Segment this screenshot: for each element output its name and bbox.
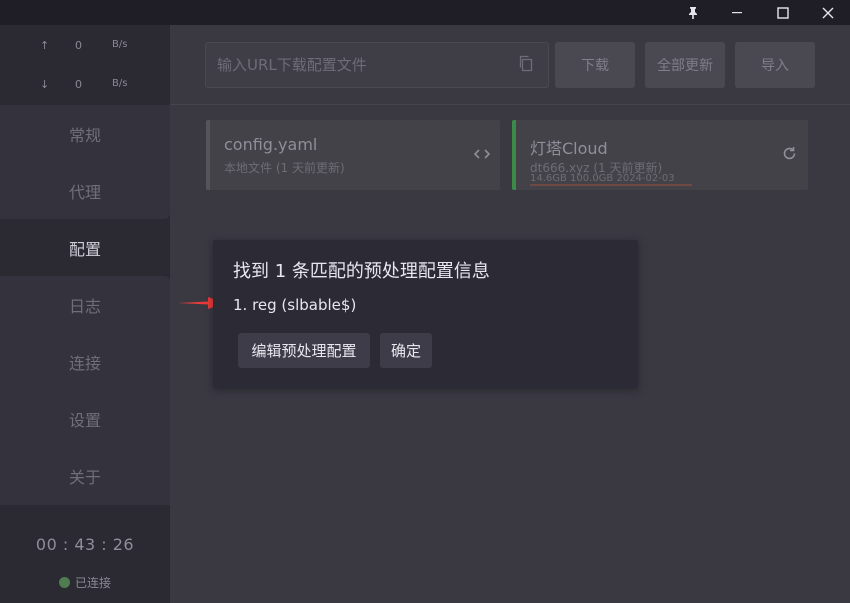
- download-value: 0: [75, 78, 82, 91]
- status-dot-icon: [58, 577, 70, 588]
- uptime-timer: 00 : 43 : 26: [35, 535, 135, 554]
- close-button[interactable]: [805, 0, 850, 25]
- sidebar-item-general[interactable]: 常规: [0, 105, 170, 162]
- maximize-icon: [776, 6, 789, 19]
- download-unit: B/s: [112, 78, 128, 89]
- upload-value: 0: [75, 39, 82, 52]
- sidebar-item-label: 设置: [68, 410, 101, 430]
- update-all-button[interactable]: 全部更新: [645, 42, 725, 88]
- sidebar-item-profiles[interactable]: 配置: [0, 219, 170, 276]
- import-button[interactable]: 导入: [735, 42, 815, 88]
- usage-progress-bar: [530, 184, 692, 186]
- sidebar-item-label: 配置: [68, 239, 101, 259]
- profile-toolbar: 下载 全部更新 导入: [170, 25, 850, 105]
- dialog-title: 找到 1 条匹配的预处理配置信息: [233, 261, 490, 282]
- maximize-button[interactable]: [760, 0, 805, 25]
- sidebar-item-proxy[interactable]: 代理: [0, 162, 170, 219]
- download-speed: ↓ 0 B/s: [0, 78, 170, 98]
- sidebar-item-label: 关于: [68, 467, 101, 487]
- minimize-button[interactable]: [715, 0, 760, 25]
- upload-speed: ↑ 0 B/s: [0, 39, 170, 59]
- sidebar-item-label: 连接: [68, 353, 101, 373]
- ok-button[interactable]: 确定: [380, 333, 432, 368]
- close-icon: [822, 7, 833, 18]
- upload-arrow-icon: ↑: [40, 39, 50, 52]
- sidebar-item-label: 常规: [68, 125, 101, 145]
- sidebar-item-settings[interactable]: 设置: [0, 390, 170, 447]
- sidebar-item-label: 日志: [68, 296, 101, 316]
- profile-usage: 14.6GB 100.0GB 2024-02-03: [530, 173, 675, 184]
- connection-status-label: 已连接: [74, 576, 111, 590]
- profile-name: 灯塔Cloud: [530, 139, 608, 158]
- traffic-panel: ↑ 0 B/s ↓ 0 B/s: [0, 25, 170, 105]
- profile-desc: 本地文件 (1 天前更新): [224, 161, 345, 175]
- download-arrow-icon: ↓: [40, 78, 50, 91]
- profile-card-active[interactable]: 灯塔Cloud dt666.xyz (1 天前更新) 14.6GB 100.0G…: [512, 120, 808, 190]
- dialog-match-item: 1. reg (slbable$): [233, 296, 357, 314]
- edit-preprocess-button[interactable]: 编辑预处理配置: [238, 333, 370, 368]
- sidebar-item-connections[interactable]: 连接: [0, 333, 170, 390]
- pin-icon[interactable]: [670, 0, 715, 25]
- preprocess-dialog: 找到 1 条匹配的预处理配置信息 1. reg (slbable$) 编辑预处理…: [213, 240, 638, 388]
- title-bar: [0, 0, 850, 25]
- upload-unit: B/s: [112, 39, 128, 50]
- profile-name: config.yaml: [224, 135, 318, 154]
- code-icon[interactable]: [473, 146, 491, 165]
- sidebar-item-logs[interactable]: 日志: [0, 276, 170, 333]
- paste-icon[interactable]: [518, 55, 534, 76]
- download-button[interactable]: 下载: [555, 42, 635, 88]
- sidebar-item-label: 代理: [68, 182, 101, 202]
- minimize-icon: [732, 12, 742, 14]
- connection-status: 已连接: [0, 574, 170, 591]
- sidebar: ↑ 0 B/s ↓ 0 B/s 常规 代理 配置 日志 连接 设置 关于 00 …: [0, 25, 170, 603]
- url-input[interactable]: [205, 42, 549, 88]
- refresh-icon[interactable]: [782, 146, 797, 165]
- sidebar-item-about[interactable]: 关于: [0, 447, 170, 504]
- profile-card[interactable]: config.yaml 本地文件 (1 天前更新): [206, 120, 500, 190]
